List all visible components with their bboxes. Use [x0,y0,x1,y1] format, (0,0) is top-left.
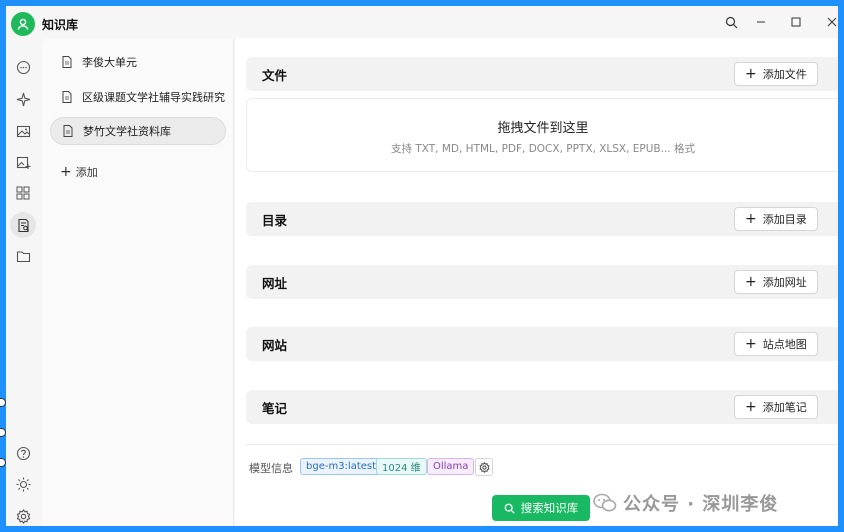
app-window: 知识库 李俊大单元 区级课题文学社辅导实践研究 梦竹文学社资料库 + 添加 文件… [6,6,838,526]
search-icon[interactable] [721,12,741,32]
sparkle-icon[interactable] [10,86,36,112]
search-icon [504,503,515,514]
add-kb-button[interactable]: + 添加 [60,164,98,180]
kb-item-label: 区级课题文学社辅导实践研究 [82,91,225,104]
user-avatar-icon[interactable] [11,12,35,36]
title-bar: 知识库 [6,6,838,38]
button-label: 添加网址 [762,276,807,289]
kb-item-label: 李俊大单元 [82,56,137,69]
section-title: 目录 [262,212,288,228]
kb-item[interactable]: 区级课题文学社辅导实践研究 [50,83,226,111]
section-title: 网站 [262,337,288,353]
dimension-tag: 1024 维 [376,458,427,475]
document-icon [62,91,72,103]
plus-icon: + [745,399,757,415]
plus-icon: + [745,274,757,290]
watermark-text: 公众号 · 深圳李俊 [623,494,779,515]
add-file-button[interactable]: + 添加文件 [734,62,818,86]
knowledge-base-list: 李俊大单元 区级课题文学社辅导实践研究 梦竹文学社资料库 + 添加 [42,38,234,526]
add-directory-button[interactable]: + 添加目录 [734,207,818,231]
model-info-label: 模型信息 [249,462,293,475]
chat-icon[interactable] [10,54,36,80]
sun-icon[interactable] [10,471,36,497]
plus-icon: + [745,211,757,227]
search-button-label: 搜索知识库 [520,501,579,515]
knowledge-icon[interactable] [10,212,36,238]
maximize-icon[interactable] [786,12,806,32]
button-label: 站点地图 [762,338,807,351]
plus-icon: + [745,336,757,352]
add-note-button[interactable]: + 添加笔记 [734,395,818,419]
button-label: 添加文件 [762,68,807,81]
wechat-icon [593,493,617,513]
document-icon [63,125,73,137]
website-section: 网站 + 站点地图 [246,327,838,361]
embedding-model-tag: bge-m3:latest [300,458,383,475]
nav-rail [6,38,42,526]
section-title: 网址 [262,275,288,291]
folder-icon[interactable] [10,243,36,269]
files-section: 文件 + 添加文件 [246,57,838,91]
kb-item-selected[interactable]: 梦竹文学社资料库 [50,117,226,145]
button-label: 添加目录 [762,213,807,226]
directory-section: 目录 + 添加目录 [246,202,838,236]
minimize-icon[interactable] [751,12,771,32]
provider-tag: Ollama [427,458,475,475]
image-plus-icon[interactable] [10,149,36,175]
url-section: 网址 + 添加网址 [246,265,838,299]
button-label: 添加笔记 [762,401,807,414]
dropzone-title: 拖拽文件到这里 [497,121,589,136]
settings-icon[interactable] [10,503,36,526]
sitemap-button[interactable]: + 站点地图 [734,332,818,356]
add-kb-label: 添加 [75,166,98,179]
image-icon[interactable] [10,118,36,144]
file-dropzone[interactable]: 拖拽文件到这里 支持 TXT, MD, HTML, PDF, DOCX, PPT… [246,98,838,172]
document-icon [62,56,72,68]
notes-section: 笔记 + 添加笔记 [246,390,838,424]
plus-icon: + [60,164,72,180]
add-url-button[interactable]: + 添加网址 [734,270,818,294]
watermark: 公众号 · 深圳李俊 [593,490,778,516]
kb-item[interactable]: 李俊大单元 [50,48,226,76]
help-icon[interactable] [10,440,36,466]
dropzone-subtitle: 支持 TXT, MD, HTML, PDF, DOCX, PPTX, XLSX,… [391,143,695,155]
section-title: 笔记 [262,400,288,416]
divider [246,444,838,445]
plus-icon: + [745,66,757,82]
search-knowledge-button[interactable]: 搜索知识库 [492,495,590,521]
main-panel: 文件 + 添加文件 拖拽文件到这里 支持 TXT, MD, HTML, PDF,… [235,38,838,526]
close-icon[interactable] [822,12,838,32]
model-settings-icon[interactable] [475,458,493,476]
window-title: 知识库 [42,18,79,32]
section-title: 文件 [262,67,288,83]
kb-item-label: 梦竹文学社资料库 [83,125,171,138]
apps-grid-icon[interactable] [10,180,36,206]
